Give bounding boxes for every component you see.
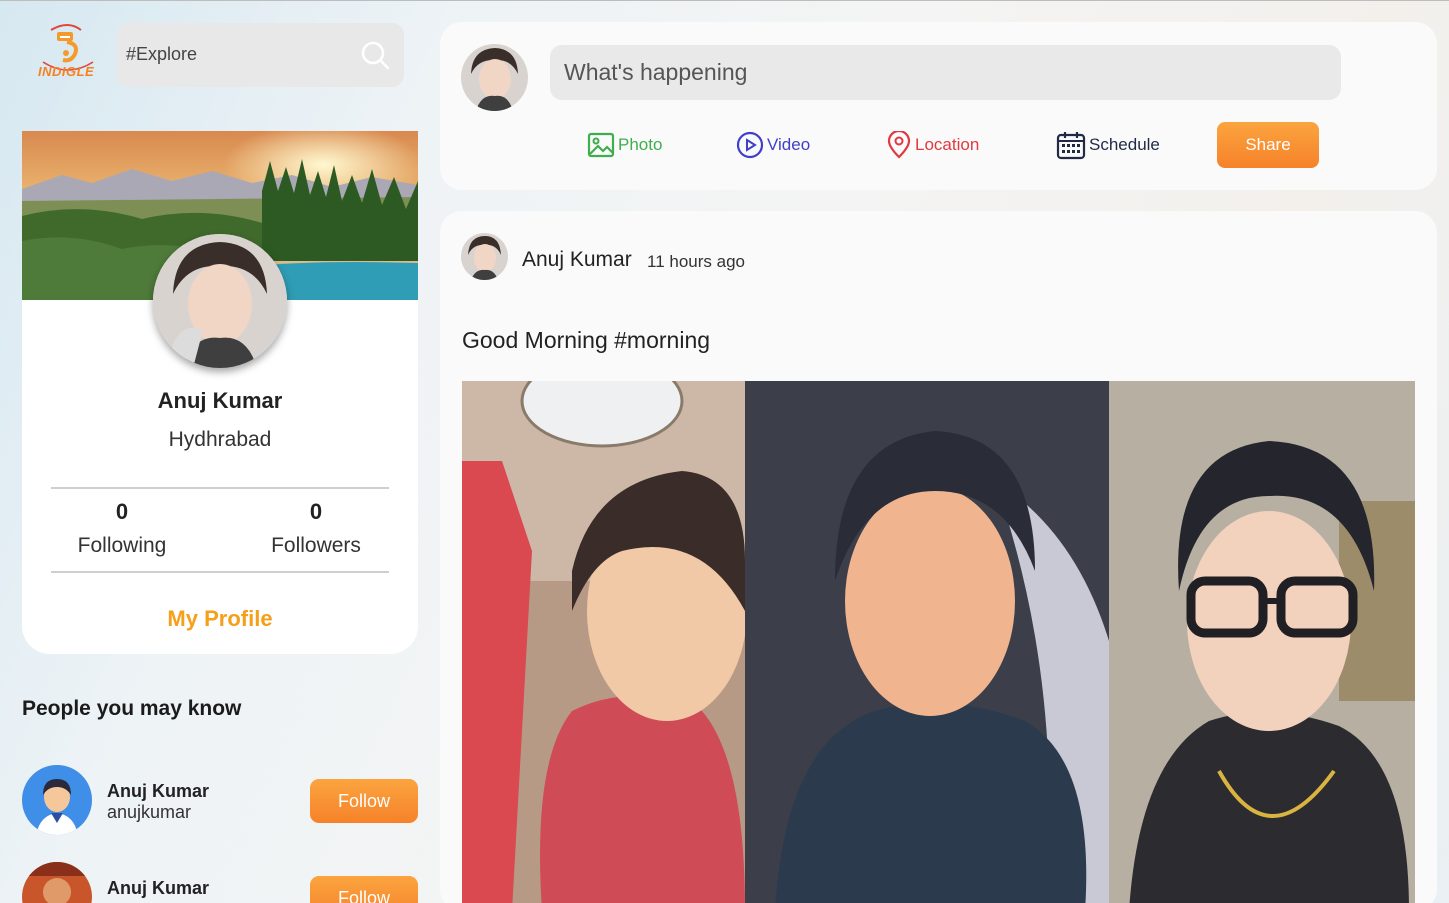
post-text-input[interactable] (550, 45, 1341, 100)
search-input[interactable] (126, 41, 346, 67)
post-author-name[interactable]: Anuj Kumar (522, 248, 632, 272)
map-pin-icon (887, 131, 911, 159)
play-circle-icon (736, 131, 764, 159)
suggestion-name: Anuj Kumar (107, 878, 210, 898)
share-button[interactable]: Share (1217, 122, 1319, 168)
post-author-avatar[interactable] (461, 233, 508, 280)
location-option[interactable]: Location (886, 130, 979, 160)
suggestion-avatar[interactable] (22, 765, 92, 835)
followers-stat[interactable]: 0 Followers (236, 499, 396, 558)
my-profile-link[interactable]: My Profile (22, 606, 418, 632)
photo-label: Photo (618, 135, 663, 154)
profile-location: Hydhrabad (168, 428, 272, 451)
video-label: Video (767, 135, 811, 154)
suggestion-item: Anuj Kumar Follow (22, 862, 418, 903)
followers-label: Followers (271, 534, 361, 557)
following-count: 0 (115, 499, 129, 524)
post-image-3[interactable] (1109, 381, 1415, 903)
search-icon[interactable] (360, 40, 390, 70)
app-logo[interactable]: INDIGLE (33, 22, 103, 88)
profile-stats: 0 Following 0 Followers (51, 487, 389, 573)
people-you-may-know-title: People you may know (22, 697, 242, 720)
suggestion-username: anujkumar (107, 802, 192, 822)
following-label: Following (77, 534, 167, 557)
follow-button[interactable]: Follow (310, 876, 418, 903)
post-image-1[interactable] (462, 381, 745, 903)
suggestion-item: Anuj Kumar anujkumar Follow (22, 765, 418, 835)
photo-option[interactable]: Photo (587, 130, 662, 160)
post-image-gallery[interactable] (462, 381, 1415, 903)
suggestion-name: Anuj Kumar (107, 781, 210, 801)
post-text: Good Morning #morning (462, 327, 711, 353)
profile-avatar[interactable] (153, 234, 287, 368)
post-image-2[interactable] (745, 381, 1109, 903)
post-card: Anuj Kumar 11 hours ago Good Morning #mo… (440, 211, 1437, 903)
post-composer: Photo Video Location Schedule Share (440, 22, 1437, 190)
logo-text: INDIGLE (38, 64, 95, 79)
schedule-label: Schedule (1089, 135, 1160, 154)
profile-name: Anuj Kumar (157, 388, 283, 413)
composer-avatar[interactable] (461, 44, 528, 111)
following-stat[interactable]: 0 Following (42, 499, 202, 558)
profile-card: Anuj Kumar Hydhrabad 0 Following 0 Follo… (22, 131, 418, 654)
calendar-icon (1056, 132, 1086, 160)
video-option[interactable]: Video (736, 130, 810, 160)
window-top-border (0, 0, 1449, 1)
suggestion-avatar[interactable] (22, 862, 92, 903)
follow-button[interactable]: Follow (310, 779, 418, 823)
followers-count: 0 (309, 499, 323, 524)
post-timestamp: 11 hours ago (647, 252, 745, 271)
location-label: Location (915, 135, 980, 154)
schedule-option[interactable]: Schedule (1056, 130, 1160, 160)
image-icon (587, 132, 615, 158)
